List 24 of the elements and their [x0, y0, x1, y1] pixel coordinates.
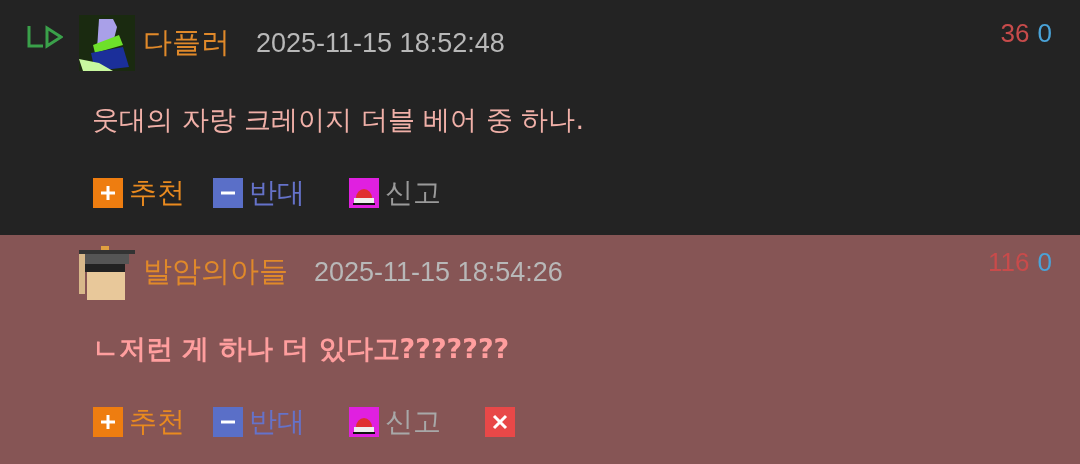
downvote-count: 0: [1037, 247, 1052, 278]
recommend-button[interactable]: 추천: [93, 174, 185, 212]
downvote-count: 0: [1037, 18, 1052, 49]
oppose-button[interactable]: 반대: [213, 174, 305, 212]
comment-date: 2025-11-15 18:54:26: [314, 256, 563, 288]
delete-button[interactable]: [485, 407, 515, 437]
upvote-count: 116: [988, 247, 1030, 278]
recommend-button[interactable]: 추천: [93, 403, 185, 441]
minus-icon: [213, 178, 243, 208]
author-name[interactable]: 발암의아들: [143, 252, 288, 292]
comment-text: ㄴ저런 게 하나 더 있다고???????: [92, 332, 511, 366]
upvote-count: 36: [1000, 18, 1030, 49]
plus-icon: [93, 407, 123, 437]
comment-date: 2025-11-15 18:52:48: [256, 27, 505, 59]
report-button[interactable]: 신고: [349, 403, 441, 441]
plus-icon: [93, 178, 123, 208]
report-button[interactable]: 신고: [349, 174, 441, 212]
author-name[interactable]: 다플러: [143, 23, 230, 63]
siren-icon: [349, 407, 379, 437]
siren-icon: [349, 178, 379, 208]
avatar-icon: [79, 15, 135, 71]
avatar-icon: [79, 244, 135, 300]
minus-icon: [213, 407, 243, 437]
comment-text: 웃대의 자랑 크레이지 더블 베어 중 하나.: [92, 103, 586, 137]
